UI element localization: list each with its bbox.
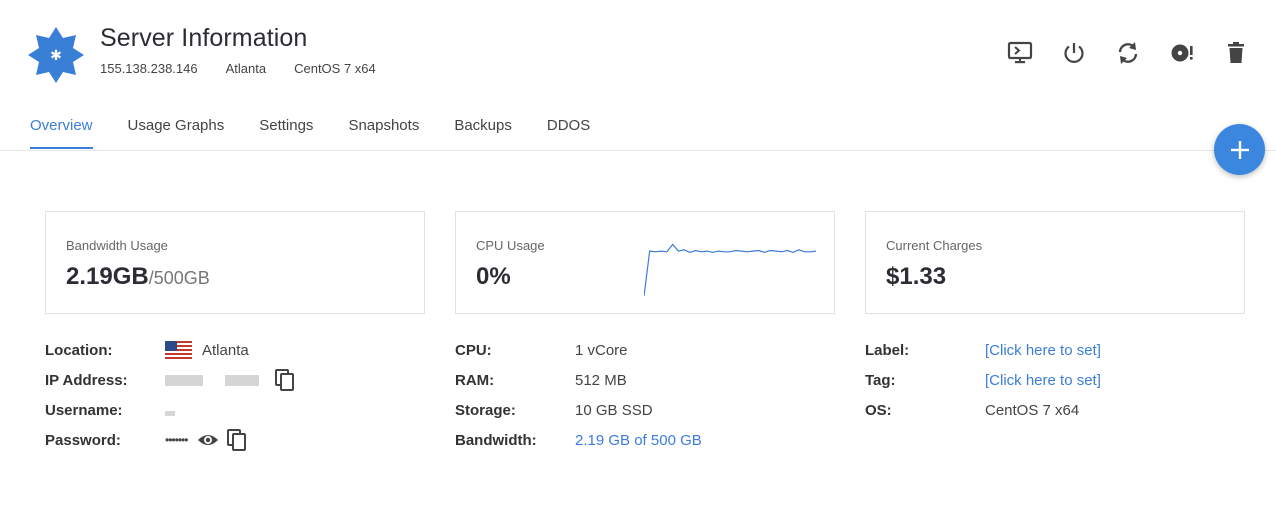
tab-usage-graphs[interactable]: Usage Graphs <box>128 117 225 149</box>
label-row: Label: [Click here to set] <box>865 335 1101 365</box>
location-value: Atlanta <box>202 341 249 359</box>
reinstall-button[interactable] <box>1167 40 1197 66</box>
password-key: Password: <box>45 431 121 449</box>
server-location: Atlanta <box>225 61 267 76</box>
console-icon <box>1007 41 1033 64</box>
bandwidth-limit: /500GB <box>148 268 210 288</box>
tab-bar: Overview Usage Graphs Settings Snapshots… <box>30 117 625 149</box>
tag-row: Tag: [Click here to set] <box>865 365 1101 395</box>
username-key: Username: <box>45 401 123 419</box>
ram-key: RAM: <box>455 371 495 389</box>
password-value: ••••••• <box>165 433 188 447</box>
charges-card: Current Charges $1.33 <box>865 211 1245 314</box>
ram-row: RAM: 512 MB <box>455 365 702 395</box>
power-icon <box>1064 43 1084 63</box>
bandwidth-used: 2.19GB <box>66 263 149 290</box>
cpu-sparkline-line <box>644 243 816 297</box>
restart-icon <box>1118 42 1138 64</box>
server-ip: 155.138.238.146 <box>100 61 198 76</box>
ip-row: IP Address: <box>45 365 295 395</box>
server-meta: Label: [Click here to set] Tag: [Click h… <box>865 335 1101 425</box>
copy-password-button[interactable] <box>227 429 247 451</box>
cpu-value: 1 vCore <box>575 341 628 359</box>
location-value-wrap: Atlanta <box>165 341 249 359</box>
power-button[interactable] <box>1059 40 1089 66</box>
copy-ip-button[interactable] <box>275 369 295 391</box>
cpu-row: CPU: 1 vCore <box>455 335 702 365</box>
console-button[interactable] <box>1005 40 1035 66</box>
ip-key: IP Address: <box>45 371 128 389</box>
username-value-wrap <box>165 405 175 416</box>
cpu-card-label: CPU Usage <box>476 238 545 253</box>
password-value-wrap: ••••••• <box>165 429 247 451</box>
eye-icon <box>198 435 219 445</box>
ip-redacted-part2 <box>225 374 259 386</box>
label-key: Label: <box>865 341 910 359</box>
server-details: Location: Atlanta IP Address: Username: … <box>45 335 295 455</box>
disc-alert-icon <box>1171 44 1193 62</box>
server-subinfo: 155.138.238.146 Atlanta CentOS 7 x64 <box>100 61 404 76</box>
storage-key: Storage: <box>455 401 516 419</box>
set-tag-link[interactable]: [Click here to set] <box>985 372 1101 389</box>
server-os: CentOS 7 x64 <box>294 61 376 76</box>
tab-settings[interactable]: Settings <box>259 117 313 149</box>
location-row: Location: Atlanta <box>45 335 295 365</box>
bandwidth-card: Bandwidth Usage 2.19GB/500GB <box>45 211 425 314</box>
copy-icon <box>227 429 247 451</box>
tabs-divider <box>0 150 1276 151</box>
set-label-link[interactable]: [Click here to set] <box>985 342 1101 359</box>
cpu-card: CPU Usage 0% <box>455 211 835 314</box>
server-specs: CPU: 1 vCore RAM: 512 MB Storage: 10 GB … <box>455 335 702 455</box>
tab-snapshots[interactable]: Snapshots <box>348 117 419 149</box>
storage-row: Storage: 10 GB SSD <box>455 395 702 425</box>
page-title: Server Information <box>100 24 308 52</box>
bandwidth-key: Bandwidth: <box>455 431 537 449</box>
destroy-button[interactable] <box>1221 40 1251 66</box>
cpu-key: CPU: <box>455 341 492 359</box>
storage-value: 10 GB SSD <box>575 401 653 419</box>
vultr-star-logo: ✱ <box>28 27 84 83</box>
server-toolbar <box>1005 40 1275 66</box>
svg-text:✱: ✱ <box>50 48 62 64</box>
bandwidth-row: Bandwidth: 2.19 GB of 500 GB <box>455 425 702 455</box>
trash-icon <box>1228 42 1244 63</box>
ip-redacted-part1 <box>165 374 203 386</box>
restart-button[interactable] <box>1113 40 1143 66</box>
cpu-sparkline <box>644 243 816 297</box>
show-password-button[interactable] <box>197 432 219 448</box>
bandwidth-link[interactable]: 2.19 GB of 500 GB <box>575 432 702 449</box>
tag-key: Tag: <box>865 371 896 389</box>
plus-icon <box>1230 140 1249 159</box>
username-row: Username: <box>45 395 295 425</box>
password-row: Password: ••••••• <box>45 425 295 455</box>
username-redacted <box>165 410 175 416</box>
tab-overview[interactable]: Overview <box>30 117 93 149</box>
os-key: OS: <box>865 401 892 419</box>
bandwidth-card-label: Bandwidth Usage <box>66 238 168 253</box>
charges-card-label: Current Charges <box>886 238 983 253</box>
ram-value: 512 MB <box>575 371 627 389</box>
add-button[interactable] <box>1214 124 1265 175</box>
bandwidth-card-value: 2.19GB/500GB <box>66 263 210 291</box>
copy-icon <box>275 369 294 391</box>
ip-value-wrap <box>165 369 295 391</box>
tab-ddos[interactable]: DDOS <box>547 117 590 149</box>
charges-card-value: $1.33 <box>886 263 947 290</box>
tab-backups[interactable]: Backups <box>454 117 512 149</box>
cpu-card-value: 0% <box>476 263 511 290</box>
location-key: Location: <box>45 341 113 359</box>
us-flag-icon <box>165 341 192 359</box>
os-row: OS: CentOS 7 x64 <box>865 395 1101 425</box>
os-value: CentOS 7 x64 <box>985 401 1080 419</box>
